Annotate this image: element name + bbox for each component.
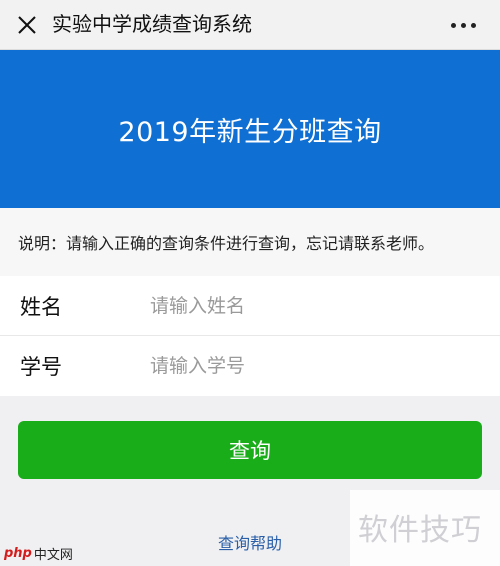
banner-title: 2019年新生分班查询 bbox=[118, 116, 382, 148]
query-button[interactable]: 查询 bbox=[18, 421, 482, 479]
php-cn-logo: php 中文网 bbox=[4, 544, 73, 563]
watermark-text: 软件技巧 bbox=[358, 513, 482, 548]
window-title: 实验中学成绩查询系统 bbox=[52, 12, 252, 36]
name-input[interactable] bbox=[150, 286, 480, 326]
notice-bar: 说明：请输入正确的查询条件进行查询，忘记请联系老师。 bbox=[0, 208, 500, 276]
close-button[interactable] bbox=[10, 8, 44, 42]
student-id-row: 学号 bbox=[0, 336, 500, 396]
banner: 2019年新生分班查询 bbox=[0, 50, 500, 208]
logo-php: php bbox=[4, 546, 32, 561]
logo-cn: 中文网 bbox=[33, 548, 73, 563]
name-label: 姓名 bbox=[20, 294, 62, 319]
query-form: 姓名 学号 bbox=[0, 276, 500, 396]
more-icon bbox=[450, 22, 476, 28]
notice-text: 说明：请输入正确的查询条件进行查询，忘记请联系老师。 bbox=[18, 234, 435, 253]
close-icon bbox=[18, 16, 36, 34]
student-id-input[interactable] bbox=[150, 346, 480, 386]
title-bar: 实验中学成绩查询系统 bbox=[0, 0, 500, 50]
more-button[interactable] bbox=[446, 8, 480, 42]
student-id-label: 学号 bbox=[20, 355, 62, 379]
name-row: 姓名 bbox=[0, 276, 500, 336]
